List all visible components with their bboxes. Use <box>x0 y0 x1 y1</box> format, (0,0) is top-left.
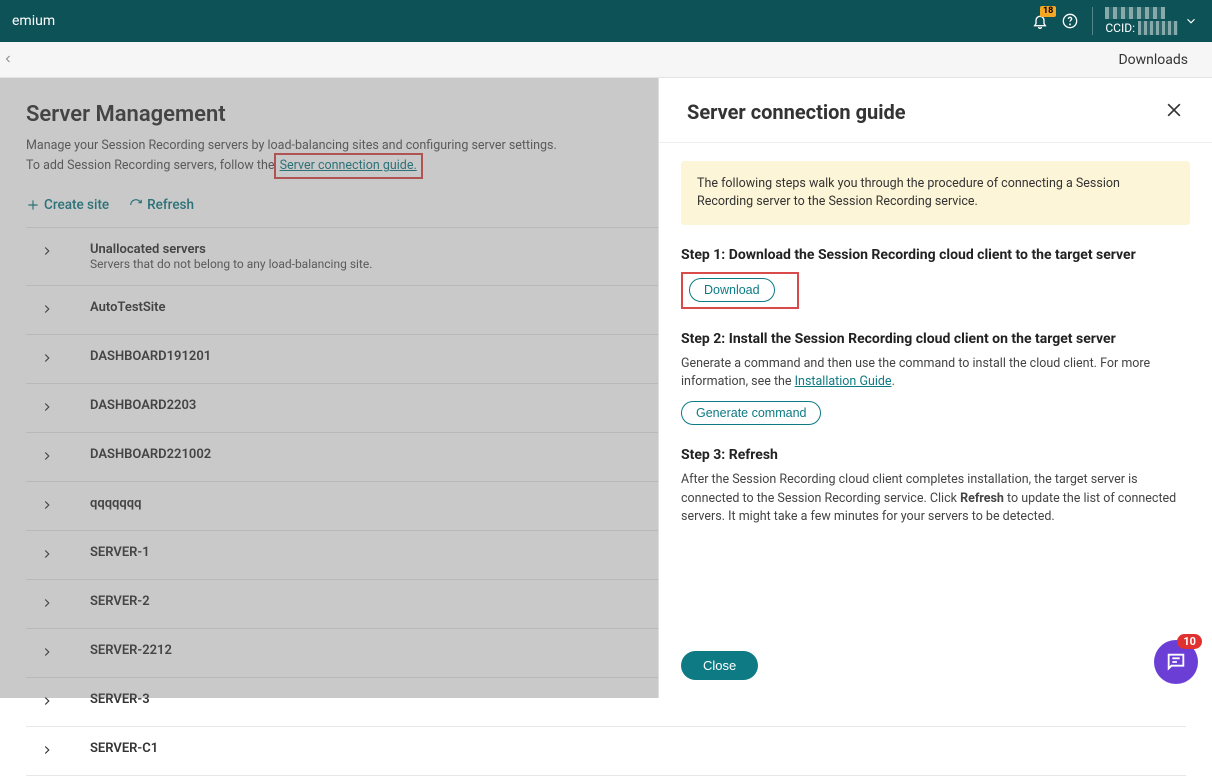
step-2-text: Generate a command and then use the comm… <box>681 355 1190 391</box>
site-body: SERVER-2212 <box>90 643 172 658</box>
site-label: DASHBOARD221002 <box>90 447 211 462</box>
plus-icon <box>26 198 40 212</box>
site-label: DASHBOARD191201 <box>90 349 211 364</box>
ccid-label: CCID: <box>1105 21 1135 35</box>
step-2: Step 2: Install the Session Recording cl… <box>681 329 1190 426</box>
site-body: SERVER-C1 <box>90 741 158 756</box>
site-body: AutoTestSite <box>90 300 166 315</box>
chevron-right-icon <box>40 547 54 565</box>
refresh-button[interactable]: Refresh <box>129 197 194 213</box>
site-body: DASHBOARD221002 <box>90 447 211 462</box>
chevron-right-icon <box>40 244 54 262</box>
notification-count: 18 <box>1040 6 1056 17</box>
site-row[interactable]: SERVER-C1 <box>26 727 1186 776</box>
notifications-button[interactable]: 18 <box>1032 13 1048 29</box>
connection-guide-panel: Server connection guide The following st… <box>658 78 1212 698</box>
main-area: Server Management Manage your Session Re… <box>0 78 1212 698</box>
panel-title: Server connection guide <box>687 100 906 124</box>
chat-icon <box>1165 651 1187 673</box>
site-body: Unallocated serversServers that do not b… <box>90 242 372 271</box>
chat-widget[interactable]: 10 <box>1154 640 1198 684</box>
chevron-right-icon <box>40 645 54 663</box>
panel-footer: Close <box>659 637 1212 698</box>
site-label: AutoTestSite <box>90 300 166 315</box>
generate-command-button[interactable]: Generate command <box>681 401 821 425</box>
close-button[interactable]: Close <box>681 651 758 680</box>
step-1: Step 1: Download the Session Recording c… <box>681 245 1190 308</box>
chevron-right-icon <box>40 743 54 761</box>
close-icon <box>1164 100 1184 120</box>
panel-body: The following steps walk you through the… <box>659 143 1212 637</box>
site-sublabel: Servers that do not belong to any load-b… <box>90 257 372 271</box>
downloads-link[interactable]: Downloads <box>1118 52 1188 68</box>
info-banner: The following steps walk you through the… <box>681 161 1190 225</box>
site-label: SERVER-2 <box>90 594 150 609</box>
chevron-right-icon <box>40 400 54 418</box>
chevron-right-icon <box>40 449 54 467</box>
top-bar-right: 18 CCID: <box>1032 7 1204 36</box>
ccid-value-redacted <box>1138 21 1178 35</box>
site-body: qqqqqqq <box>90 496 141 511</box>
chevron-down-icon <box>1184 14 1198 28</box>
server-connection-guide-link[interactable]: Server connection guide. <box>280 158 417 173</box>
create-site-label: Create site <box>44 197 109 213</box>
step-2-title: Step 2: Install the Session Recording cl… <box>681 329 1190 349</box>
chevron-right-icon <box>40 351 54 369</box>
download-button[interactable]: Download <box>689 278 775 302</box>
top-bar: emium 18 CCID: <box>0 0 1212 42</box>
chevron-right-icon <box>40 302 54 320</box>
site-body: SERVER-1 <box>90 545 150 560</box>
step-3: Step 3: Refresh After the Session Record… <box>681 445 1190 526</box>
step-3-refresh-word: Refresh <box>960 491 1004 506</box>
site-label: DASHBOARD2203 <box>90 398 196 413</box>
step-1-title: Step 1: Download the Session Recording c… <box>681 245 1190 265</box>
refresh-label: Refresh <box>147 197 194 213</box>
installation-guide-link[interactable]: Installation Guide <box>795 374 892 389</box>
breadcrumb-caret-icon <box>2 52 14 70</box>
site-label: SERVER-3 <box>90 692 150 707</box>
site-body: SERVER-2 <box>90 594 150 609</box>
site-body: DASHBOARD191201 <box>90 349 211 364</box>
site-label: Unallocated servers <box>90 242 372 257</box>
create-site-button[interactable]: Create site <box>26 197 109 213</box>
account-menu[interactable]: CCID: <box>1092 7 1198 36</box>
chevron-right-icon <box>40 694 54 712</box>
site-label: qqqqqqq <box>90 496 141 511</box>
product-name: emium <box>8 13 1032 29</box>
site-label: SERVER-C1 <box>90 741 158 756</box>
refresh-icon <box>129 198 143 212</box>
panel-header: Server connection guide <box>659 78 1212 143</box>
panel-close-button[interactable] <box>1164 100 1184 120</box>
sub-bar: Downloads <box>0 42 1212 78</box>
site-body: DASHBOARD2203 <box>90 398 196 413</box>
site-label: SERVER-2212 <box>90 643 172 658</box>
step-3-title: Step 3: Refresh <box>681 445 1190 465</box>
site-body: SERVER-3 <box>90 692 150 707</box>
chevron-right-icon <box>40 498 54 516</box>
site-label: SERVER-1 <box>90 545 150 560</box>
help-button[interactable] <box>1062 13 1078 29</box>
step-3-text: After the Session Recording cloud client… <box>681 471 1190 525</box>
chevron-right-icon <box>40 596 54 614</box>
chat-badge-count: 10 <box>1177 634 1202 649</box>
